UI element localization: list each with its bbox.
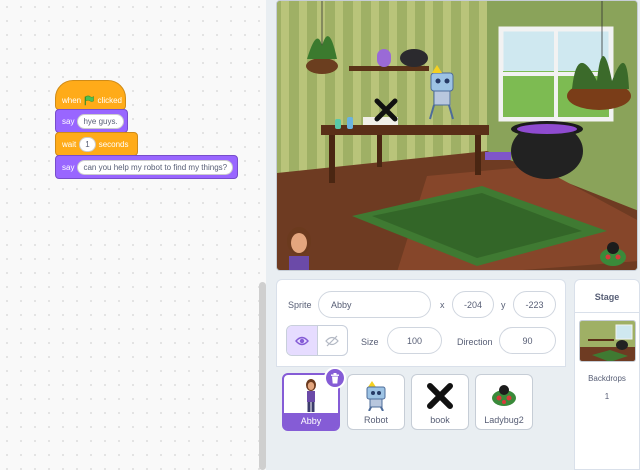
sprite-tile-robot[interactable]: Robot (347, 374, 405, 430)
eye-icon (294, 336, 309, 345)
trash-icon (331, 372, 339, 383)
stage-title: Stage (594, 292, 620, 302)
say-text-input[interactable]: hye guys. (77, 113, 124, 129)
show-toggle (286, 325, 348, 356)
sprite-tile-book[interactable]: book (411, 374, 469, 430)
hide-sprite-button[interactable] (318, 326, 348, 355)
ladybug-thumbnail (476, 378, 532, 414)
block-label: wait (62, 139, 77, 149)
stage-divider (574, 312, 640, 313)
say-block[interactable]: say can you help my robot to find my thi… (55, 155, 238, 179)
robot-thumbnail (348, 378, 404, 414)
block-label: when (62, 95, 82, 105)
y-position-input[interactable]: -223 (513, 291, 556, 318)
x-mark-icon (427, 383, 453, 409)
sprite-tile-label: Robot (363, 415, 389, 425)
book-thumbnail (412, 378, 468, 414)
ladybug-icon (492, 385, 516, 406)
x-position-input[interactable]: -204 (452, 291, 494, 318)
green-flag-icon (84, 95, 94, 105)
backdrops-label: Backdrops (588, 374, 626, 383)
sprite-tile-label: book (430, 415, 450, 425)
sprite-tile-ladybug2[interactable]: Ladybug2 (475, 374, 533, 430)
direction-label: Direction (457, 337, 493, 347)
stage-scene (277, 1, 637, 271)
size-label: Size (361, 337, 379, 347)
abby-sprite[interactable] (287, 227, 311, 271)
block-label: seconds (98, 139, 129, 149)
sprite-tile-label: Ladybug2 (484, 415, 524, 425)
panel-divider (266, 0, 270, 470)
size-input[interactable]: 100 (387, 327, 442, 354)
when-flag-clicked-block[interactable]: when clicked (55, 80, 126, 110)
y-label: y (501, 300, 506, 310)
sprite-tile-label: Abby (284, 413, 338, 429)
wait-seconds-input[interactable]: 1 (79, 136, 96, 152)
say-text-input[interactable]: can you help my robot to find my things? (77, 159, 234, 175)
stage-canvas[interactable] (276, 0, 638, 271)
block-label: clicked (97, 95, 122, 105)
show-sprite-button[interactable] (287, 326, 318, 355)
delete-sprite-button[interactable] (324, 367, 346, 389)
x-label: x (440, 300, 445, 310)
code-scrollbar[interactable] (259, 282, 266, 470)
block-label: say (62, 162, 75, 172)
robot-icon (366, 381, 386, 411)
direction-input[interactable]: 90 (499, 327, 556, 354)
stage-thumbnail[interactable] (579, 320, 636, 362)
abby-icon (306, 379, 316, 412)
backdrop-preview (580, 321, 635, 361)
wait-block[interactable]: wait 1 seconds (55, 132, 138, 156)
backdrops-count: 1 (604, 392, 610, 401)
eye-slash-icon (325, 335, 340, 346)
sprite-name-input[interactable]: Abby (318, 291, 431, 318)
code-area[interactable] (0, 0, 266, 470)
block-label: say (62, 116, 75, 126)
sprite-label: Sprite (288, 300, 312, 310)
say-block[interactable]: say hye guys. (55, 109, 128, 133)
